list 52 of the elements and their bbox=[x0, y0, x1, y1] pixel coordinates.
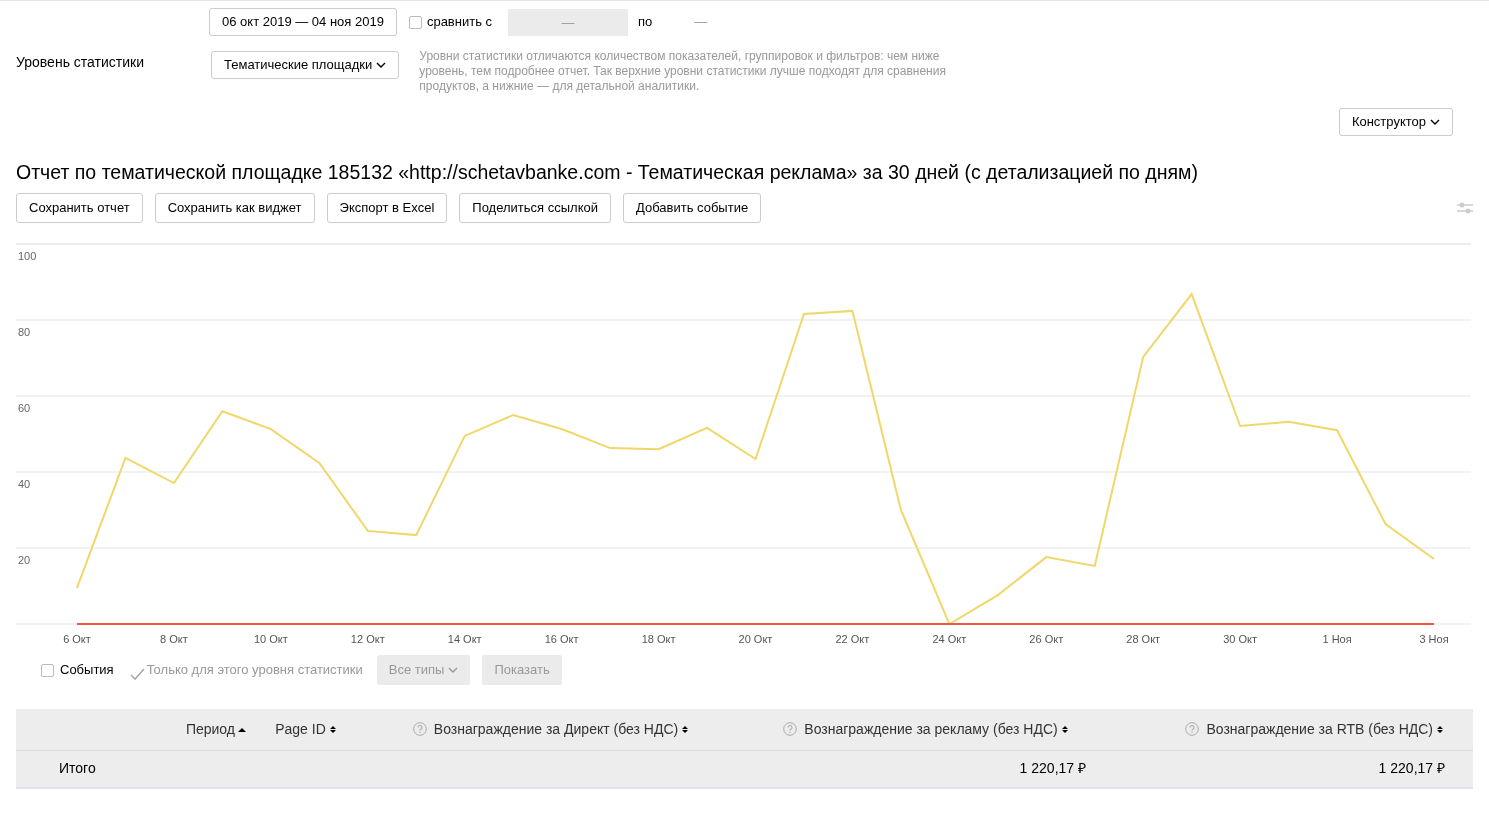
report-action-button[interactable]: Добавить событие bbox=[623, 193, 762, 224]
y-axis-label: 40 bbox=[18, 478, 31, 491]
column-header[interactable]: Вознаграждение за рекламу (без НДС) bbox=[783, 718, 1069, 740]
x-axis-label: 16 Окт bbox=[544, 633, 579, 646]
x-axis-label: 26 Окт bbox=[1029, 633, 1064, 646]
column-header[interactable]: Вознаграждение за RTB (без НДС) bbox=[1185, 718, 1444, 740]
x-axis-label: 22 Окт bbox=[835, 633, 870, 646]
y-axis-label: 60 bbox=[18, 402, 31, 415]
x-axis-label: 6 Окт bbox=[63, 633, 91, 646]
level-hint: Уровни статистики отличаются количеством показателей, группировок и фильтров: чем ниже уровень, тем подробнее отчет. Так верхние уровни статистики лучше подходят для сравнения продуктов, а нижние — для детальной аналитики. bbox=[419, 49, 947, 94]
x-axis-label: 24 Окт bbox=[932, 633, 967, 646]
chevron-down-icon bbox=[376, 61, 387, 69]
report-title: Отчет по тематической площадке 185132 «http://schetavbanke.com - Тематическая реклама» за 30 дней (с детализацией по дням) bbox=[16, 161, 1199, 185]
help-icon[interactable] bbox=[412, 722, 427, 737]
report-action-button[interactable]: Сохранить как виджет bbox=[154, 193, 315, 224]
report-action-button[interactable]: Сохранить отчет bbox=[16, 193, 143, 224]
x-axis-label: 10 Окт bbox=[253, 633, 288, 646]
help-icon[interactable] bbox=[783, 722, 798, 737]
y-axis-label: 80 bbox=[18, 326, 31, 339]
x-axis-label: 18 Окт bbox=[641, 633, 676, 646]
constructor-dropdown[interactable]: Конструктор bbox=[1338, 108, 1453, 136]
x-axis-label: 3 Ноя bbox=[1419, 633, 1449, 646]
sliders-icon[interactable] bbox=[1457, 201, 1473, 216]
date-range-button[interactable]: 06 окт 2019 — 04 ноя 2019 bbox=[209, 8, 397, 36]
level-label: Уровень статистики bbox=[16, 53, 145, 72]
chevron-down-icon bbox=[448, 666, 459, 674]
column-header[interactable]: Вознаграждение за Директ (без НДС) bbox=[412, 718, 690, 740]
y-axis-label: 20 bbox=[18, 554, 31, 567]
x-axis-label: 14 Окт bbox=[447, 633, 482, 646]
column-header[interactable]: Page ID bbox=[275, 718, 337, 740]
level-dropdown[interactable]: Тематические площадки bbox=[211, 51, 400, 79]
x-axis-label: 8 Окт bbox=[160, 633, 188, 646]
report-action-button[interactable]: Поделиться ссылкой bbox=[459, 193, 611, 224]
compare-checkbox[interactable] bbox=[408, 15, 422, 29]
y-axis-label: 100 bbox=[18, 250, 37, 263]
level-only-label: Только для этого уровня статистики bbox=[146, 661, 363, 680]
events-label: События bbox=[60, 661, 114, 680]
total-label: Итого bbox=[59, 759, 96, 779]
x-axis-label: 20 Окт bbox=[738, 633, 773, 646]
column-header[interactable]: Период bbox=[185, 718, 246, 740]
report-action-button[interactable]: Экспорт в Excel bbox=[326, 193, 448, 224]
total-value: 1 220,17 ₽ bbox=[1378, 759, 1445, 779]
chevron-down-icon bbox=[1430, 118, 1440, 126]
events-checkbox[interactable] bbox=[41, 663, 54, 677]
total-value: 1 220,17 ₽ bbox=[1019, 759, 1086, 779]
x-axis-label: 28 Окт bbox=[1126, 633, 1161, 646]
help-icon[interactable] bbox=[1185, 722, 1200, 737]
x-axis-label: 1 Ноя bbox=[1322, 633, 1352, 646]
compare-label: сравнить с bbox=[426, 13, 493, 32]
compare-to-label: по bbox=[638, 13, 653, 32]
x-axis-label: 12 Окт bbox=[350, 633, 385, 646]
x-axis-label: 30 Окт bbox=[1223, 633, 1258, 646]
